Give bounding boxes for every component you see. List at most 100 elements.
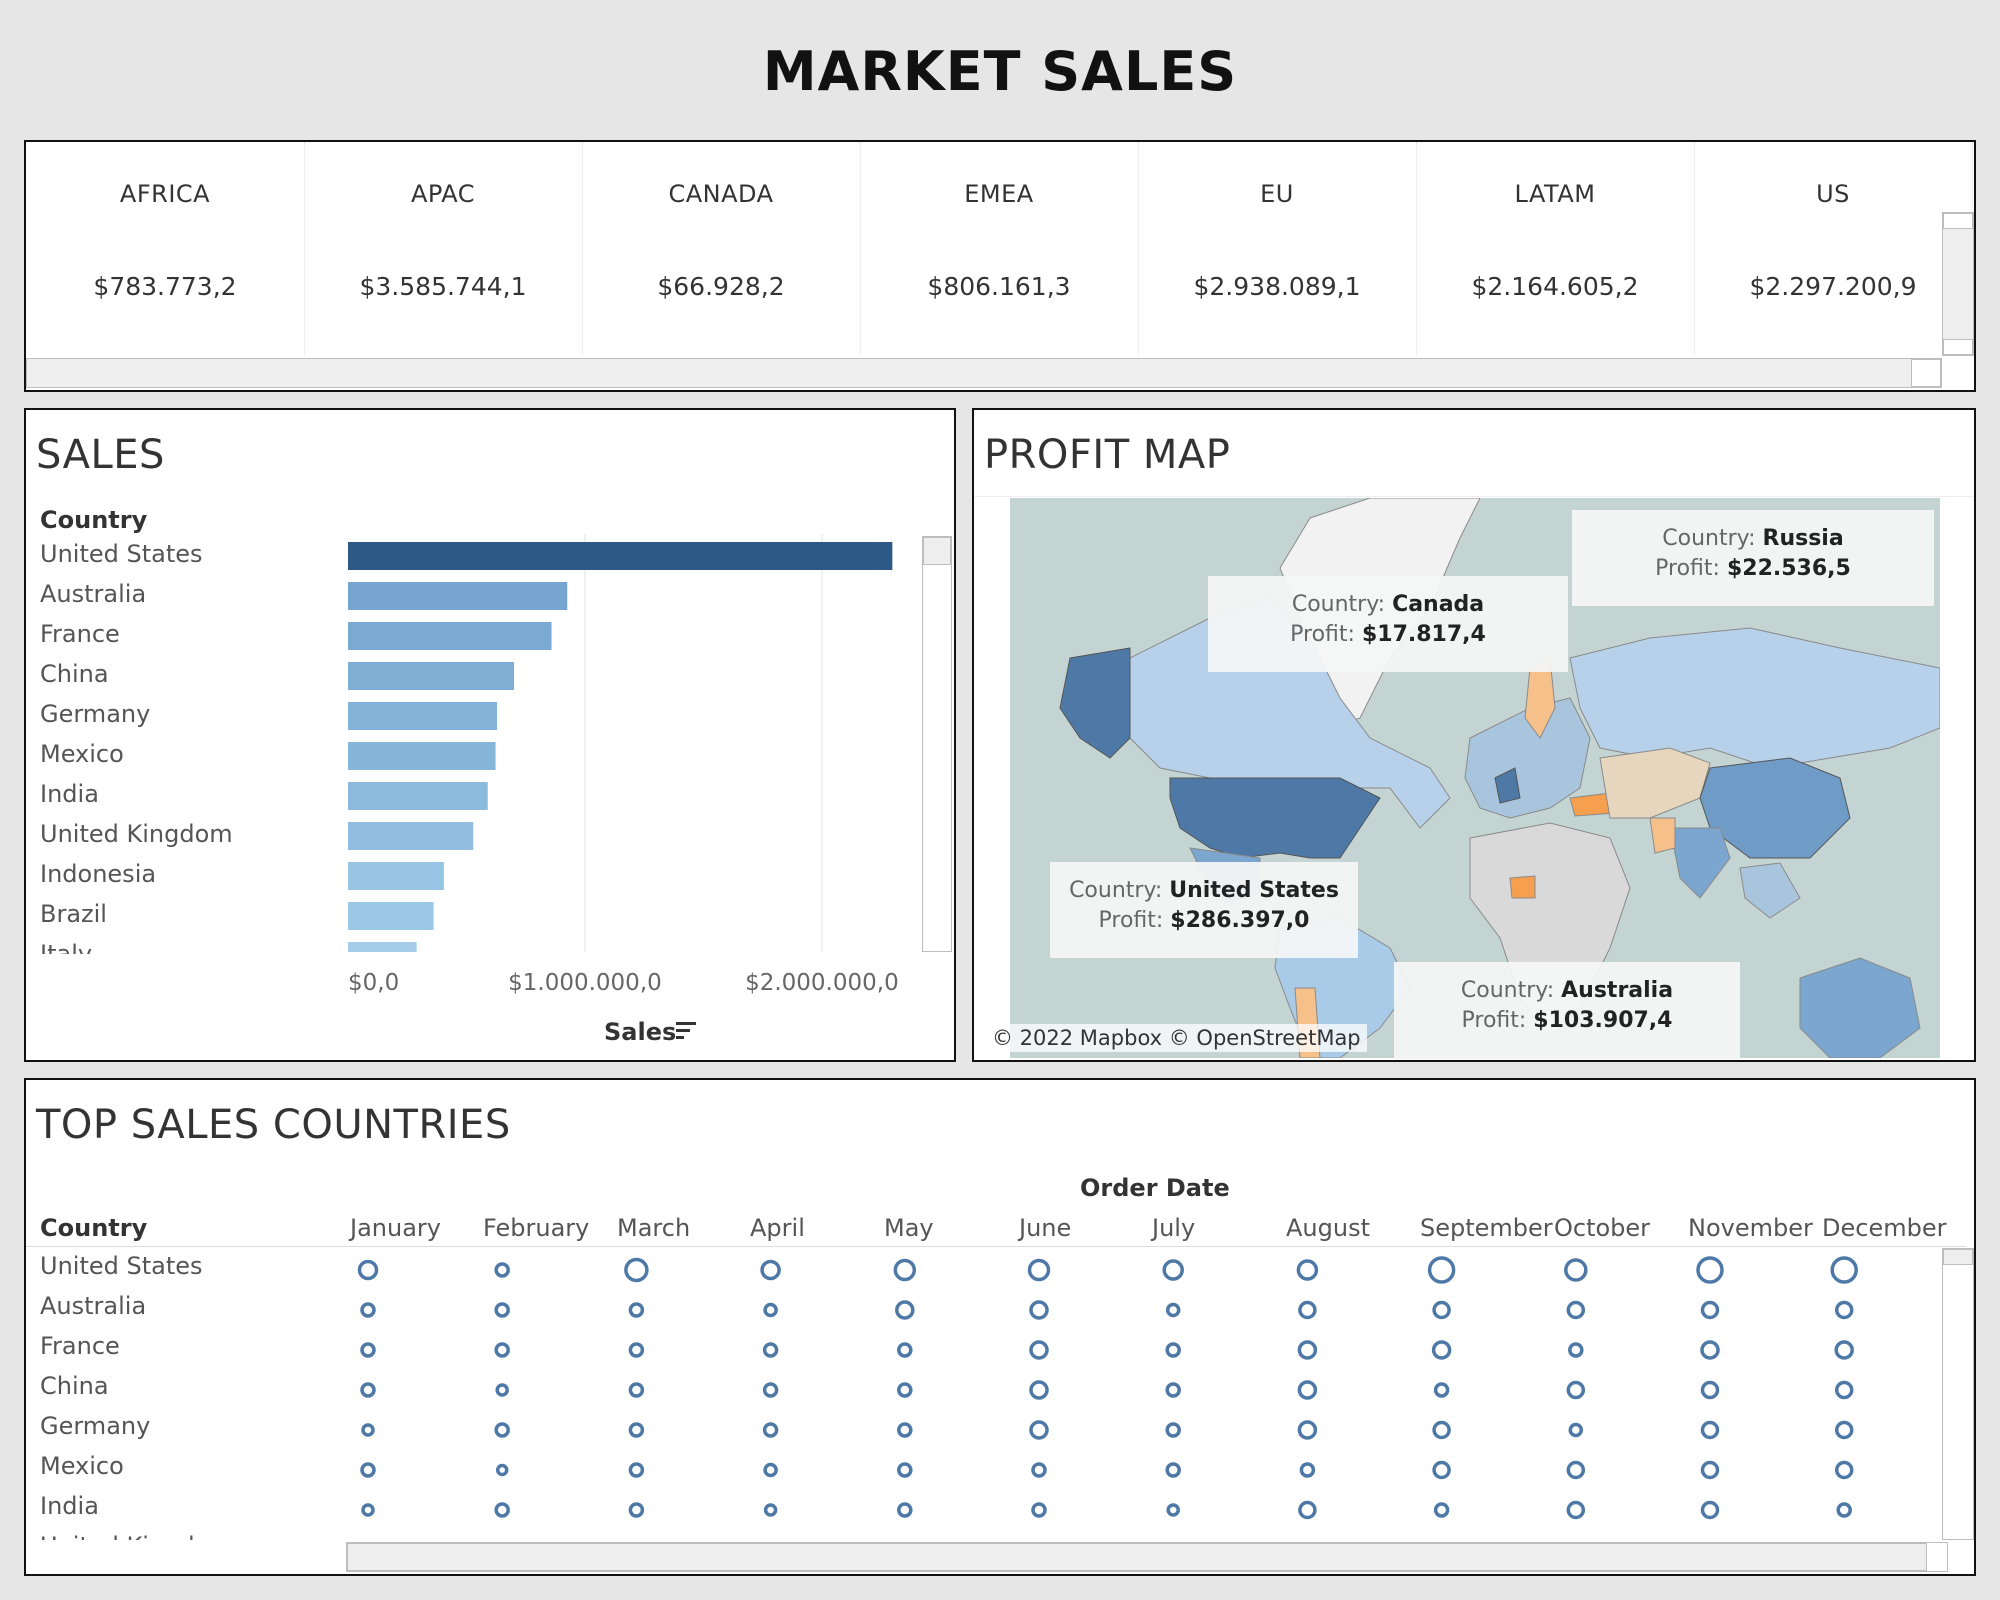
kpi-emea[interactable]: EMEA $806.161,3 bbox=[860, 142, 1139, 356]
sales-dot[interactable] bbox=[1830, 1256, 1858, 1284]
sales-dot[interactable] bbox=[763, 1503, 778, 1517]
horizontal-scrollbar[interactable] bbox=[26, 358, 1942, 388]
sales-bar[interactable] bbox=[348, 902, 434, 930]
sales-dot[interactable] bbox=[1566, 1300, 1586, 1320]
sales-dot[interactable] bbox=[628, 1422, 645, 1438]
sales-dot[interactable] bbox=[1165, 1462, 1181, 1478]
kpi-canada[interactable]: CANADA $66.928,2 bbox=[582, 142, 861, 356]
sales-dot[interactable] bbox=[494, 1262, 510, 1278]
sales-dot[interactable] bbox=[628, 1302, 645, 1318]
sales-dot[interactable] bbox=[1432, 1420, 1451, 1440]
sales-dot[interactable] bbox=[1298, 1300, 1317, 1320]
sales-dot[interactable] bbox=[1696, 1256, 1724, 1284]
sales-dot[interactable] bbox=[897, 1422, 913, 1438]
sales-dot[interactable] bbox=[1834, 1380, 1854, 1400]
sales-dot[interactable] bbox=[1165, 1342, 1181, 1358]
sales-dot[interactable] bbox=[494, 1342, 510, 1358]
scrollbar-thumb[interactable] bbox=[1943, 1249, 1973, 1265]
sales-dot[interactable] bbox=[897, 1462, 913, 1478]
sales-dot[interactable] bbox=[1566, 1500, 1586, 1520]
sales-dot[interactable] bbox=[763, 1302, 778, 1318]
sales-dot[interactable] bbox=[1700, 1380, 1720, 1400]
horizontal-scrollbar[interactable] bbox=[346, 1542, 1948, 1572]
sales-dot[interactable] bbox=[360, 1302, 376, 1318]
sales-bar[interactable] bbox=[348, 662, 515, 690]
sales-dot[interactable] bbox=[1298, 1500, 1317, 1520]
sales-dot[interactable] bbox=[1433, 1382, 1450, 1398]
sales-dot[interactable] bbox=[897, 1502, 913, 1518]
sales-dot[interactable] bbox=[1564, 1258, 1588, 1282]
kpi-apac[interactable]: APAC $3.585.744,1 bbox=[304, 142, 583, 356]
sales-dot[interactable] bbox=[893, 1258, 917, 1282]
sales-bar[interactable] bbox=[348, 942, 417, 952]
kpi-africa[interactable]: AFRICA $783.773,2 bbox=[26, 142, 305, 356]
sales-bar[interactable] bbox=[348, 622, 552, 650]
sales-dot[interactable] bbox=[1700, 1420, 1720, 1440]
sales-dot[interactable] bbox=[1700, 1500, 1720, 1520]
sales-bar[interactable] bbox=[348, 542, 893, 570]
sales-dot[interactable] bbox=[360, 1382, 376, 1398]
vertical-scrollbar[interactable] bbox=[1942, 212, 1974, 356]
sales-bar[interactable] bbox=[348, 782, 488, 810]
scrollbar-thumb[interactable] bbox=[923, 537, 951, 565]
sort-descending-icon[interactable] bbox=[674, 1018, 700, 1044]
sales-dot[interactable] bbox=[1700, 1460, 1720, 1480]
pakistan-shape[interactable] bbox=[1649, 817, 1676, 854]
kpi-latam[interactable]: LATAM $2.164.605,2 bbox=[1416, 142, 1695, 356]
sales-dot[interactable] bbox=[762, 1342, 779, 1358]
sales-dot[interactable] bbox=[1165, 1422, 1181, 1438]
sales-dot[interactable] bbox=[361, 1503, 375, 1517]
sales-bar[interactable] bbox=[348, 582, 568, 610]
sales-dot[interactable] bbox=[624, 1257, 649, 1283]
sales-dot[interactable] bbox=[1834, 1340, 1854, 1360]
sales-dot[interactable] bbox=[494, 1502, 510, 1518]
sales-bar[interactable] bbox=[348, 702, 498, 730]
scrollbar-thumb[interactable] bbox=[1943, 339, 1973, 355]
sales-dot[interactable] bbox=[1834, 1460, 1854, 1480]
sales-dot[interactable] bbox=[1165, 1382, 1181, 1398]
sales-dot[interactable] bbox=[495, 1383, 509, 1397]
sales-dot[interactable] bbox=[1031, 1462, 1047, 1478]
map-attribution[interactable]: © 2022 Mapbox © OpenStreetMap bbox=[986, 1024, 1367, 1052]
sales-dot[interactable] bbox=[495, 1463, 509, 1477]
sales-dot[interactable] bbox=[1566, 1380, 1586, 1400]
sales-dot[interactable] bbox=[1029, 1380, 1049, 1400]
sales-dot[interactable] bbox=[360, 1462, 376, 1478]
sales-dot[interactable] bbox=[1296, 1259, 1319, 1281]
sales-bar[interactable] bbox=[348, 822, 474, 850]
scrollbar-thumb[interactable] bbox=[347, 1543, 1927, 1571]
sales-dot[interactable] bbox=[1568, 1422, 1584, 1438]
sales-dot[interactable] bbox=[760, 1259, 781, 1281]
sales-dot[interactable] bbox=[763, 1462, 778, 1478]
scrollbar-thumb[interactable] bbox=[1911, 359, 1941, 387]
sales-dot[interactable] bbox=[628, 1382, 645, 1398]
sales-dot[interactable] bbox=[1431, 1340, 1452, 1360]
sales-dot[interactable] bbox=[494, 1422, 510, 1438]
sales-dot[interactable] bbox=[1162, 1259, 1184, 1281]
sales-dot[interactable] bbox=[1568, 1342, 1584, 1358]
sales-dot[interactable] bbox=[628, 1462, 645, 1478]
sales-dot[interactable] bbox=[628, 1342, 645, 1358]
kpi-us[interactable]: US $2.297.200,9 bbox=[1694, 142, 1973, 356]
vertical-scrollbar[interactable] bbox=[1942, 1248, 1974, 1540]
sales-dot[interactable] bbox=[1029, 1420, 1049, 1440]
sales-dot[interactable] bbox=[1700, 1340, 1720, 1360]
sales-dot[interactable] bbox=[1700, 1300, 1720, 1320]
sales-dot[interactable] bbox=[357, 1259, 379, 1281]
sales-dot[interactable] bbox=[1031, 1502, 1047, 1518]
sales-dot[interactable] bbox=[1297, 1420, 1318, 1440]
sales-dot[interactable] bbox=[1427, 1256, 1456, 1284]
sales-dot[interactable] bbox=[895, 1300, 915, 1320]
sales-dot[interactable] bbox=[1165, 1302, 1181, 1318]
scrollbar-thumb[interactable] bbox=[1943, 213, 1973, 229]
sales-dot[interactable] bbox=[1566, 1460, 1586, 1480]
sales-bar[interactable] bbox=[348, 742, 496, 770]
sales-dot[interactable] bbox=[1834, 1420, 1854, 1440]
sales-dot[interactable] bbox=[1432, 1460, 1451, 1480]
sales-dot[interactable] bbox=[1432, 1300, 1451, 1320]
sales-dot[interactable] bbox=[897, 1382, 913, 1398]
sales-bar[interactable] bbox=[348, 862, 444, 890]
sales-dot[interactable] bbox=[628, 1502, 645, 1518]
sales-dot[interactable] bbox=[762, 1382, 779, 1398]
sales-dot[interactable] bbox=[897, 1342, 913, 1358]
